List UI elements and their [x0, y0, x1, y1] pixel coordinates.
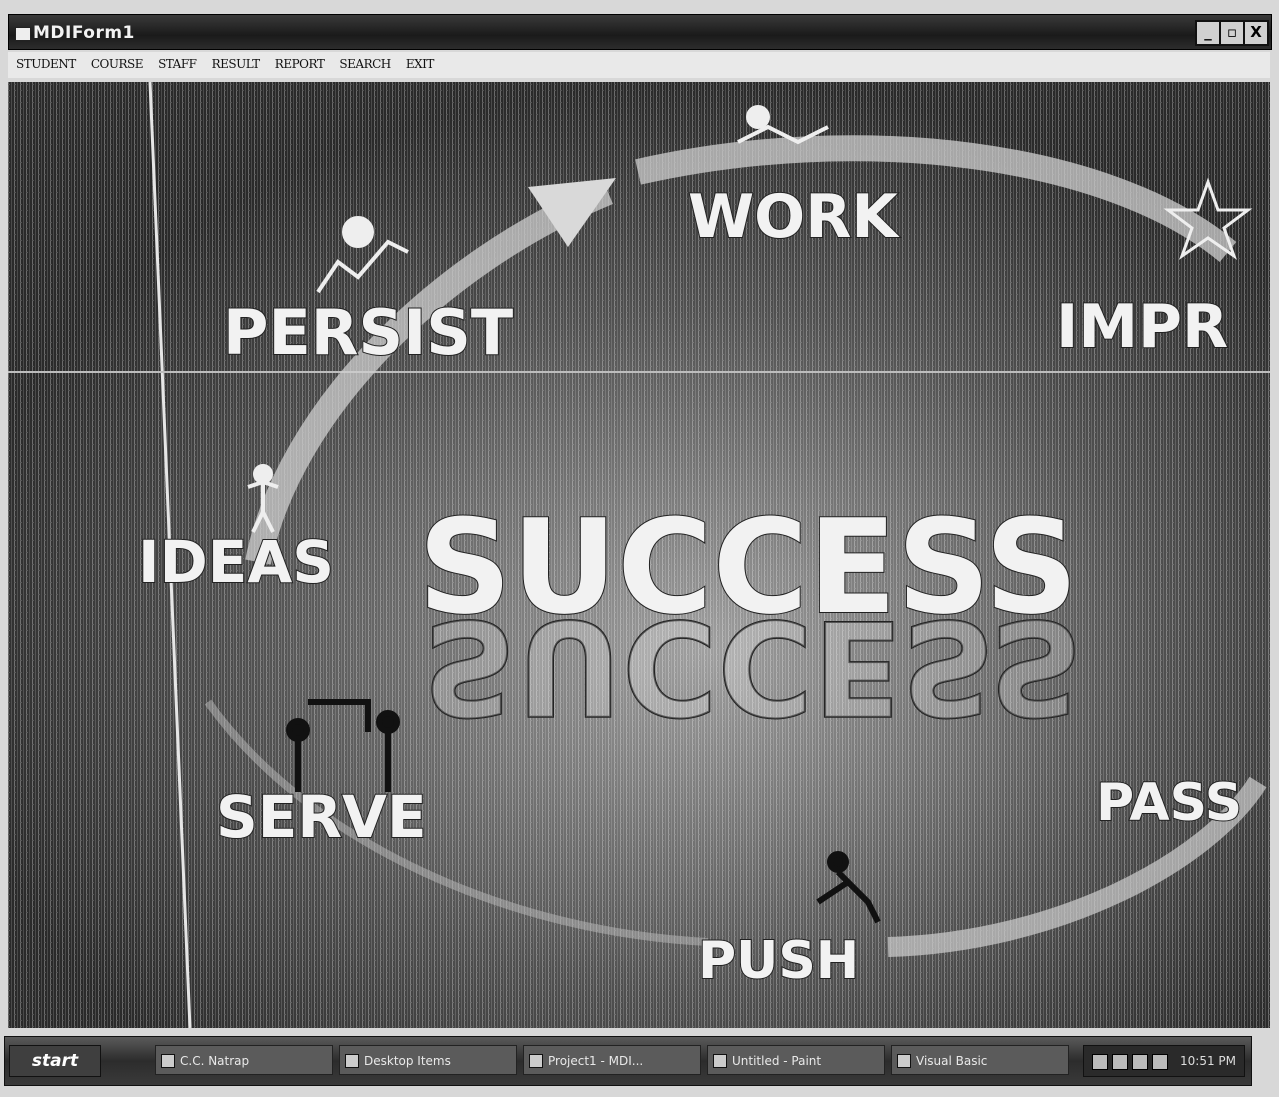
tray-icon[interactable]: [1112, 1054, 1128, 1070]
tray-icon[interactable]: [1152, 1054, 1168, 1070]
word-work: WORK: [688, 182, 900, 252]
taskbar-item[interactable]: Untitled - Paint: [707, 1045, 885, 1075]
menu-item-exit[interactable]: EXIT: [406, 57, 435, 71]
word-push: PUSH: [698, 931, 859, 991]
word-ideas: IDEAS: [138, 528, 334, 596]
menu-item-search[interactable]: SEARCH: [339, 57, 391, 71]
taskbar-item-label: C.C. Natrap: [180, 1054, 250, 1068]
clock[interactable]: 10:51 PM: [1180, 1046, 1236, 1076]
taskbar-item[interactable]: Project1 - MDI...: [523, 1045, 701, 1075]
tray-icon[interactable]: [1092, 1054, 1108, 1070]
word-improve: IMPR: [1056, 292, 1228, 362]
taskbar-item-label: Visual Basic: [916, 1054, 988, 1068]
title-bar[interactable]: MDIForm1 _ ▫ X: [8, 14, 1272, 50]
window-icon: [897, 1054, 911, 1068]
taskbar-item-label: Untitled - Paint: [732, 1054, 822, 1068]
menu-item-result[interactable]: RESULT: [212, 57, 261, 71]
minimize-button[interactable]: _: [1195, 20, 1221, 46]
system-tray: 10:51 PM: [1083, 1045, 1245, 1077]
word-serve: SERVE: [216, 783, 427, 851]
menu-item-course[interactable]: COURSE: [91, 57, 144, 71]
window-icon: [161, 1054, 175, 1068]
window-icon: [345, 1054, 359, 1068]
app-icon[interactable]: [15, 27, 31, 41]
word-pass: PASS: [1096, 773, 1242, 833]
mdi-client-area: WORK IMPR PERSIST IDEAS SUCCESS SUCCESS …: [8, 82, 1270, 1028]
window-icon: [713, 1054, 727, 1068]
window-title: MDIForm1: [33, 23, 135, 43]
taskbar-item[interactable]: C.C. Natrap: [155, 1045, 333, 1075]
taskbar-item-label: Project1 - MDI...: [548, 1054, 644, 1068]
taskbar: start C.C. Natrap Desktop Items Project1…: [4, 1036, 1252, 1086]
taskbar-item[interactable]: Visual Basic: [891, 1045, 1069, 1075]
menu-item-report[interactable]: REPORT: [275, 57, 325, 71]
window-icon: [529, 1054, 543, 1068]
word-persist: PERSIST: [223, 296, 513, 369]
menu-bar: STUDENT COURSE STAFF RESULT REPORT SEARC…: [8, 52, 1270, 78]
taskbar-item[interactable]: Desktop Items: [339, 1045, 517, 1075]
success-background-image: WORK IMPR PERSIST IDEAS SUCCESS SUCCESS …: [8, 82, 1270, 1028]
taskbar-item-label: Desktop Items: [364, 1054, 451, 1068]
start-button[interactable]: start: [9, 1045, 101, 1077]
close-button[interactable]: X: [1243, 20, 1269, 46]
word-success-reflection: SUCCESS: [423, 591, 1083, 743]
maximize-button[interactable]: ▫: [1219, 20, 1245, 46]
menu-item-student[interactable]: STUDENT: [16, 57, 76, 71]
menu-item-staff[interactable]: STAFF: [158, 57, 197, 71]
tray-icon[interactable]: [1132, 1054, 1148, 1070]
